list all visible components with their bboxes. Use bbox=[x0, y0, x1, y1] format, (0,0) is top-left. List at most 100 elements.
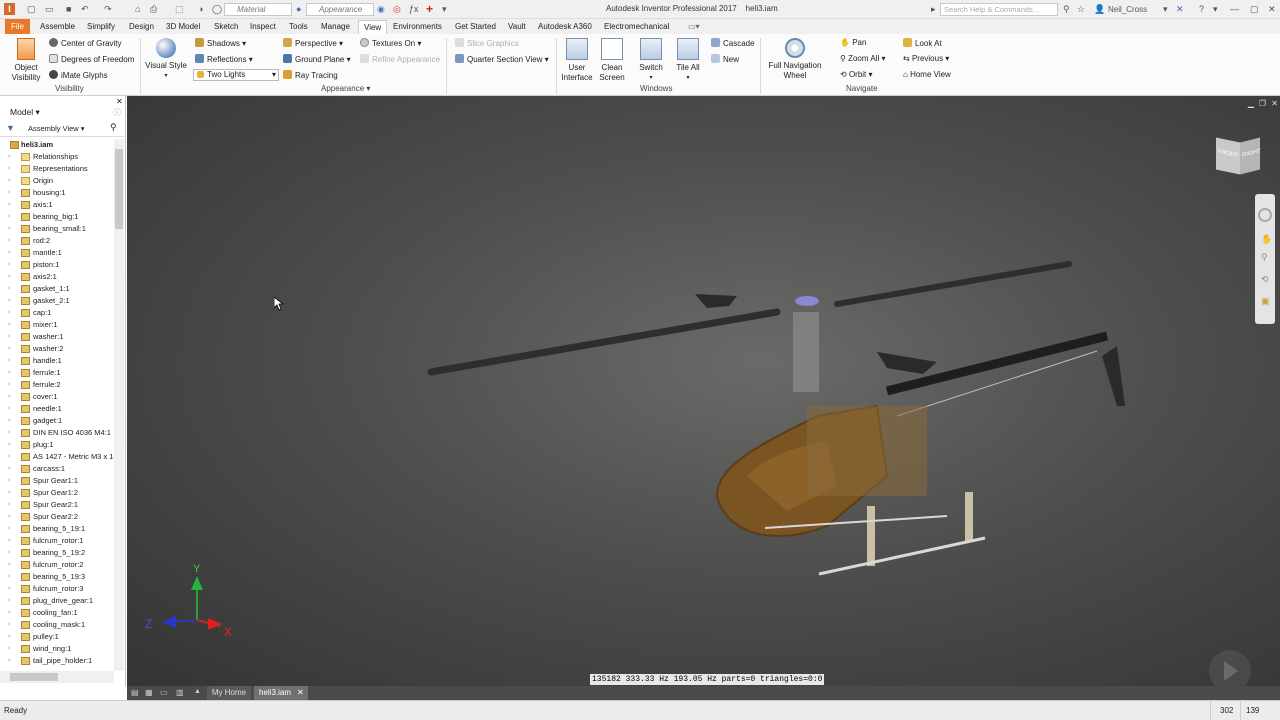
user-dropdown-icon[interactable]: ▾ bbox=[1163, 3, 1168, 16]
viewcube[interactable]: FRONT RIGHT bbox=[1216, 134, 1261, 176]
cascade-button[interactable]: Cascade bbox=[711, 38, 755, 48]
user-icon[interactable]: 👤 bbox=[1094, 3, 1105, 16]
color-icon[interactable]: ◑ bbox=[198, 3, 203, 16]
clear-icon[interactable]: ◎ bbox=[393, 3, 401, 16]
favorites-icon[interactable]: ☆ bbox=[1077, 3, 1085, 16]
perspective-button[interactable]: Perspective ▾ bbox=[283, 38, 343, 48]
expand-icon[interactable]: › bbox=[8, 331, 10, 343]
tab-design[interactable]: Design bbox=[129, 20, 154, 34]
viewport-restore-icon[interactable]: ❐ bbox=[1259, 99, 1266, 108]
textures-on-button[interactable]: Textures On ▾ bbox=[360, 38, 421, 48]
home-view-button[interactable]: ⌂ Home View bbox=[903, 70, 951, 79]
expand-icon[interactable]: › bbox=[8, 451, 10, 463]
minimize-icon[interactable]: — bbox=[1230, 3, 1239, 16]
expand-icon[interactable]: › bbox=[8, 475, 10, 487]
user-name[interactable]: Neil_Cross bbox=[1108, 3, 1147, 16]
expand-icon[interactable]: › bbox=[8, 163, 10, 175]
tile-rows-icon[interactable]: ▭ bbox=[160, 688, 168, 697]
tab-electromechanical[interactable]: Electromechanical bbox=[604, 20, 669, 34]
reflections-button[interactable]: Reflections ▾ bbox=[195, 54, 253, 64]
expand-icon[interactable]: › bbox=[8, 511, 10, 523]
tab-list-icon[interactable]: ▲ bbox=[194, 688, 201, 695]
maximize-icon[interactable]: ▢ bbox=[1250, 3, 1259, 16]
expand-icon[interactable]: › bbox=[8, 439, 10, 451]
close-tab-icon[interactable]: ✕ bbox=[297, 686, 304, 700]
pan-button[interactable]: ✋ Pan bbox=[840, 38, 866, 47]
tile-columns-icon[interactable]: ▥ bbox=[176, 688, 184, 697]
expand-icon[interactable]: › bbox=[8, 151, 10, 163]
expand-icon[interactable]: › bbox=[8, 223, 10, 235]
tab-assemble[interactable]: Assemble bbox=[40, 20, 75, 34]
pan-icon[interactable]: ✋ bbox=[1261, 234, 1272, 245]
tab-3d-model[interactable]: 3D Model bbox=[166, 20, 200, 34]
save-icon[interactable]: ■ bbox=[66, 3, 71, 16]
previous-view-button[interactable]: ⇆ Previous ▾ bbox=[903, 54, 949, 63]
tab-vault[interactable]: Vault bbox=[508, 20, 526, 34]
browser-hscrollbar[interactable] bbox=[0, 671, 114, 683]
look-at-icon[interactable]: ▣ bbox=[1261, 296, 1270, 307]
expand-icon[interactable]: › bbox=[8, 247, 10, 259]
expand-icon[interactable]: › bbox=[8, 187, 10, 199]
expand-icon[interactable]: › bbox=[8, 547, 10, 559]
clean-screen-button[interactable]: Clean Screen bbox=[597, 38, 627, 83]
ground-plane-button[interactable]: Ground Plane ▾ bbox=[283, 54, 351, 64]
slice-graphics-button[interactable]: Slice Graphics bbox=[455, 38, 519, 48]
open-icon[interactable]: ▭ bbox=[45, 3, 54, 16]
tab-get-started[interactable]: Get Started bbox=[455, 20, 496, 34]
expand-icon[interactable]: › bbox=[8, 175, 10, 187]
graphics-viewport[interactable]: ▁ ❐ ✕ FRONT RIGHT ✋ ⚲ ⟲ ▣ Y X Z 135182 3… bbox=[127, 96, 1280, 686]
zoom-all-button[interactable]: ⚲ Zoom All ▾ bbox=[840, 54, 885, 63]
orbit-icon[interactable]: ⟲ bbox=[1261, 274, 1269, 285]
helicopter-model[interactable] bbox=[417, 256, 1137, 596]
zoom-icon[interactable]: ⚲ bbox=[1261, 252, 1268, 263]
quarter-section-view-button[interactable]: Quarter Section View ▾ bbox=[455, 54, 549, 64]
viewcube-front-face[interactable]: FRONT bbox=[1216, 137, 1240, 175]
tab-options-icon[interactable]: ▭▾ bbox=[688, 20, 700, 34]
expand-icon[interactable]: › bbox=[8, 235, 10, 247]
expand-icon[interactable]: › bbox=[8, 295, 10, 307]
expand-icon[interactable]: › bbox=[8, 307, 10, 319]
tab-autodesk-a360[interactable]: Autodesk A360 bbox=[538, 20, 592, 34]
expand-icon[interactable]: › bbox=[8, 415, 10, 427]
material-dropdown[interactable]: Material bbox=[224, 3, 292, 16]
expand-icon[interactable]: › bbox=[8, 355, 10, 367]
expand-icon[interactable]: › bbox=[8, 283, 10, 295]
inventor-logo-icon[interactable]: I bbox=[4, 3, 15, 15]
tab-tools[interactable]: Tools bbox=[289, 20, 308, 34]
expand-icon[interactable]: › bbox=[8, 319, 10, 331]
hscroll-thumb[interactable] bbox=[10, 673, 58, 681]
tab-sketch[interactable]: Sketch bbox=[214, 20, 238, 34]
expand-icon[interactable]: › bbox=[8, 571, 10, 583]
help-dropdown-icon[interactable]: ▾ bbox=[1213, 3, 1218, 16]
expand-icon[interactable]: › bbox=[8, 211, 10, 223]
assembly-view-dropdown[interactable]: Assembly View ▾ bbox=[28, 124, 85, 133]
expand-icon[interactable]: › bbox=[8, 535, 10, 547]
expand-icon[interactable]: › bbox=[8, 487, 10, 499]
tab-my-home[interactable]: My Home bbox=[207, 686, 251, 700]
help-icon[interactable]: ? bbox=[1199, 3, 1204, 16]
browser-title[interactable]: Model ▾ bbox=[10, 107, 40, 118]
steering-wheel-icon[interactable] bbox=[1258, 208, 1272, 222]
lighting-dropdown[interactable]: Two Lights ▾ bbox=[193, 69, 279, 81]
expand-icon[interactable]: › bbox=[8, 583, 10, 595]
fx-icon[interactable]: ƒx bbox=[409, 3, 419, 16]
tab-simplify[interactable]: Simplify bbox=[87, 20, 115, 34]
viewcube-right-face[interactable]: RIGHT bbox=[1240, 137, 1261, 175]
play-overlay-icon[interactable] bbox=[1209, 650, 1251, 686]
expand-icon[interactable]: › bbox=[8, 199, 10, 211]
home-icon[interactable]: ⌂ bbox=[135, 3, 140, 16]
tab-file[interactable]: File bbox=[5, 19, 30, 34]
browser-scrollbar[interactable] bbox=[114, 139, 124, 671]
expand-icon[interactable]: › bbox=[8, 499, 10, 511]
exchange-icon[interactable]: ✕ bbox=[1176, 3, 1184, 16]
center-of-gravity-button[interactable]: Center of Gravity bbox=[49, 38, 121, 48]
switch-button[interactable]: Switch ▾ bbox=[636, 38, 666, 83]
redo-icon[interactable]: ↷ bbox=[104, 3, 112, 16]
expand-icon[interactable]: › bbox=[8, 643, 10, 655]
object-visibility-button[interactable]: Object Visibility bbox=[8, 38, 44, 83]
adjust-icon[interactable]: ◉ bbox=[377, 3, 385, 16]
expand-icon[interactable]: › bbox=[8, 523, 10, 535]
expand-icon[interactable]: › bbox=[8, 607, 10, 619]
close-browser-icon[interactable]: ✕ bbox=[116, 97, 123, 106]
expand-icon[interactable]: › bbox=[8, 655, 10, 667]
